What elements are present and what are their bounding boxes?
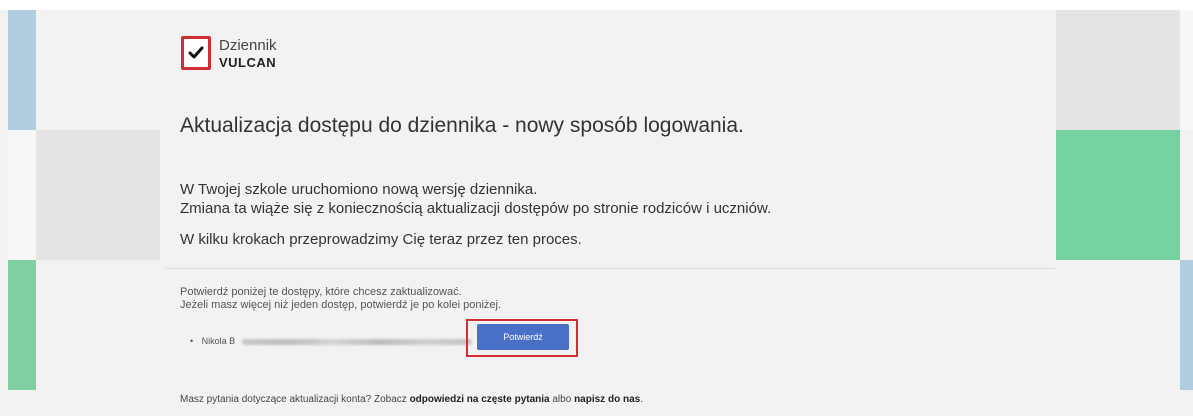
access-name: Nikola B xyxy=(201,336,236,346)
bullet: • xyxy=(190,336,194,346)
brand-name: Dziennik xyxy=(219,37,277,54)
contact-link[interactable]: napisz do nas xyxy=(574,394,640,405)
decor-tile-grey-right xyxy=(1056,10,1180,130)
footer-middle: albo xyxy=(549,394,575,405)
brand-name-vulcan: VULCAN xyxy=(219,55,277,70)
intro-line-2: Zmiana ta wiąże się z koniecznością aktu… xyxy=(180,200,772,217)
decor-tile-green-left xyxy=(8,260,36,390)
confirm-line-1: Potwierdź poniżej te dostępy, które chce… xyxy=(180,286,462,298)
brand-logo: Dziennik VULCAN xyxy=(181,36,301,76)
confirm-button[interactable]: Potwierdź xyxy=(477,324,569,350)
footer-help: Masz pytania dotyczące aktualizacji kont… xyxy=(180,394,643,405)
decor-tile-blue-left xyxy=(8,10,36,130)
intro-line-3: W kilku krokach przeprowadzimy Cię teraz… xyxy=(180,231,582,248)
confirm-line-2: Jeżeli masz więcej niż jeden dostęp, pot… xyxy=(180,299,502,311)
decor-tile-blue-right xyxy=(1180,260,1193,390)
decor-tile-green-right xyxy=(1056,130,1180,260)
footer-suffix: . xyxy=(640,394,643,405)
footer-prefix: Masz pytania dotyczące aktualizacji kont… xyxy=(180,394,410,405)
intro-line-1: W Twojej szkole uruchomiono nową wersję … xyxy=(180,181,538,198)
faq-link[interactable]: odpowiedzi na częste pytania xyxy=(410,394,550,405)
decor-tile-white-right xyxy=(1180,10,1193,130)
confirm-instructions: Potwierdź poniżej te dostępy, które chce… xyxy=(180,286,501,312)
decor-tile-white-left xyxy=(8,130,36,260)
divider xyxy=(165,268,1055,269)
page-title: Aktualizacja dostępu do dziennika - nowy… xyxy=(180,114,744,137)
redacted-details xyxy=(241,338,472,345)
checkmark-icon xyxy=(181,36,211,70)
decor-tile-grey-left xyxy=(36,130,160,260)
access-list-item: • Nikola B xyxy=(190,336,472,346)
intro-text: W Twojej szkole uruchomiono nową wersję … xyxy=(180,180,771,218)
